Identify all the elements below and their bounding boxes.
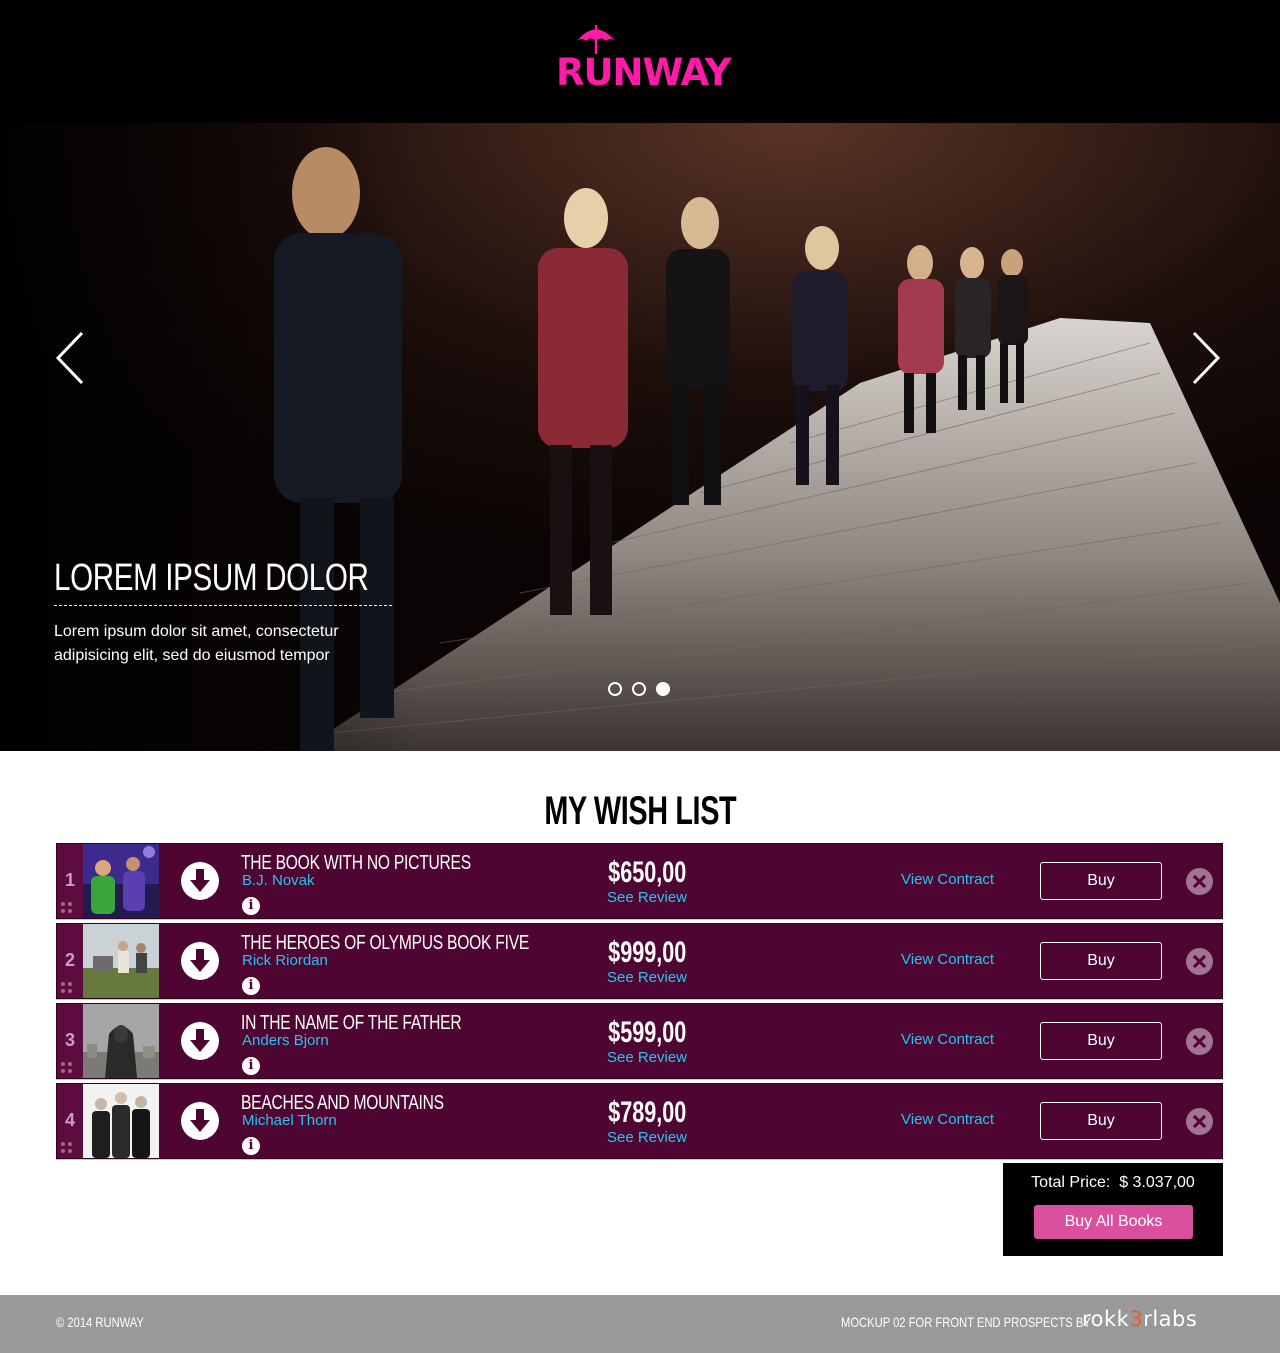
total-label: Total Price: xyxy=(1031,1174,1111,1191)
buy-all-button[interactable]: Buy All Books xyxy=(1034,1205,1193,1239)
book-thumbnail[interactable] xyxy=(83,1004,159,1078)
row-handle[interactable]: 2 xyxy=(57,924,83,998)
close-icon xyxy=(1193,1115,1206,1128)
runway-logo[interactable]: RUNWAY xyxy=(556,24,732,94)
prev-slide-button[interactable] xyxy=(52,330,92,386)
remove-button[interactable] xyxy=(1186,1108,1213,1135)
total-panel: Total Price: $ 3.037,00 Buy All Books xyxy=(1003,1163,1223,1256)
chevron-left-icon xyxy=(55,331,84,385)
see-review-link[interactable]: See Review xyxy=(569,889,725,906)
brand-part-1: rokk xyxy=(1082,1307,1130,1331)
hero-slider: LOREM IPSUM DOLOR Lorem ipsum dolor sit … xyxy=(0,123,1280,751)
copyright-text: © 2014 RUNWAY xyxy=(56,1314,144,1330)
view-contract-link[interactable]: View Contract xyxy=(901,951,994,968)
see-review-link[interactable]: See Review xyxy=(569,1049,725,1066)
row-number: 2 xyxy=(64,950,75,970)
wishlist-row: 1 THE BOOK WITH NO PICTURES B.J. Novak i… xyxy=(56,843,1223,919)
info-icon[interactable]: i xyxy=(242,977,260,995)
book-thumbnail[interactable] xyxy=(83,924,159,998)
book-title: BEACHES AND MOUNTAINS xyxy=(241,1092,444,1114)
download-arrow-icon xyxy=(190,949,210,972)
price-value: $789,00 xyxy=(607,1096,687,1129)
drag-grip-icon[interactable] xyxy=(61,1062,75,1074)
download-button[interactable] xyxy=(181,862,219,900)
download-button[interactable] xyxy=(181,1022,219,1060)
slider-dot-1[interactable] xyxy=(608,682,622,696)
row-handle[interactable]: 4 xyxy=(57,1084,83,1158)
close-icon xyxy=(1193,955,1206,968)
price: $789,00 xyxy=(569,1098,725,1128)
buy-button[interactable]: Buy xyxy=(1040,1022,1162,1060)
info-icon[interactable]: i xyxy=(242,897,260,915)
download-arrow-icon xyxy=(190,1109,210,1132)
row-number: 3 xyxy=(64,1030,75,1050)
buy-button[interactable]: Buy xyxy=(1040,1102,1162,1140)
download-button[interactable] xyxy=(181,1102,219,1140)
view-contract-link[interactable]: View Contract xyxy=(901,871,994,888)
price-value: $599,00 xyxy=(607,1016,687,1049)
author-link[interactable]: B.J. Novak xyxy=(242,872,315,889)
price-value: $650,00 xyxy=(607,856,687,889)
download-arrow-icon xyxy=(190,1029,210,1052)
row-number: 4 xyxy=(64,1110,75,1130)
site-footer: © 2014 RUNWAY MOCKUP 02 FOR FRONT END PR… xyxy=(0,1295,1280,1353)
book-thumbnail[interactable] xyxy=(83,844,159,918)
price: $650,00 xyxy=(569,858,725,888)
book-title: THE HEROES OF OLYMPUS BOOK FIVE xyxy=(241,932,530,954)
view-contract-link[interactable]: View Contract xyxy=(901,1111,994,1128)
info-icon[interactable]: i xyxy=(242,1137,260,1155)
remove-button[interactable] xyxy=(1186,868,1213,895)
close-icon xyxy=(1193,1035,1206,1048)
wishlist-row: 3 IN THE NAME OF THE FATHER Anders Bjorn… xyxy=(56,1003,1223,1079)
remove-button[interactable] xyxy=(1186,948,1213,975)
remove-button[interactable] xyxy=(1186,1028,1213,1055)
total-price: Total Price: $ 3.037,00 xyxy=(1003,1174,1223,1192)
author-link[interactable]: Rick Riordan xyxy=(242,952,328,969)
see-review-link[interactable]: See Review xyxy=(569,969,725,986)
buy-button[interactable]: Buy xyxy=(1040,862,1162,900)
price: $999,00 xyxy=(569,938,725,968)
wishlist-row: 2 THE HEROES OF OLYMPUS BOOK FIVE Rick R… xyxy=(56,923,1223,999)
close-icon xyxy=(1193,875,1206,888)
site-header: RUNWAY xyxy=(0,0,1280,123)
logo-text: RUNWAY xyxy=(556,51,732,94)
wishlist-title: MY WISH LIST xyxy=(544,789,736,833)
wishlist-table: 1 THE BOOK WITH NO PICTURES B.J. Novak i… xyxy=(56,843,1223,1163)
buy-button[interactable]: Buy xyxy=(1040,942,1162,980)
slider-dot-2[interactable] xyxy=(632,682,646,696)
drag-grip-icon[interactable] xyxy=(61,902,75,914)
slider-dots xyxy=(608,682,670,696)
credit-text: MOCKUP 02 FOR FRONT END PROSPECTS BY xyxy=(841,1314,1091,1330)
rokkerlabs-logo[interactable]: rokk3rlabs xyxy=(1082,1307,1197,1331)
book-title: THE BOOK WITH NO PICTURES xyxy=(241,852,471,874)
author-link[interactable]: Michael Thorn xyxy=(242,1112,337,1129)
brand-part-3: rlabs xyxy=(1143,1307,1198,1331)
price: $599,00 xyxy=(569,1018,725,1048)
download-arrow-icon xyxy=(190,869,210,892)
hero-caption: LOREM IPSUM DOLOR Lorem ipsum dolor sit … xyxy=(54,555,394,668)
brand-part-2: 3 xyxy=(1129,1307,1144,1331)
view-contract-link[interactable]: View Contract xyxy=(901,1031,994,1048)
chevron-right-icon xyxy=(1192,331,1221,385)
hero-text: Lorem ipsum dolor sit amet, consectetur … xyxy=(54,623,339,664)
total-value: $ 3.037,00 xyxy=(1119,1174,1195,1191)
wishlist-heading: MY WISH LIST xyxy=(0,786,1280,836)
drag-grip-icon[interactable] xyxy=(61,982,75,994)
price-value: $999,00 xyxy=(607,936,687,969)
info-icon[interactable]: i xyxy=(242,1057,260,1075)
download-button[interactable] xyxy=(181,942,219,980)
see-review-link[interactable]: See Review xyxy=(569,1129,725,1146)
hero-divider xyxy=(54,605,392,606)
slider-dot-3[interactable] xyxy=(656,682,670,696)
row-number: 1 xyxy=(64,870,75,890)
next-slide-button[interactable] xyxy=(1186,330,1226,386)
book-thumbnail[interactable] xyxy=(83,1084,159,1158)
row-handle[interactable]: 3 xyxy=(57,1004,83,1078)
wishlist-row: 4 BEACHES AND MOUNTAINS Michael Thorn i … xyxy=(56,1083,1223,1159)
hero-title: LOREM IPSUM DOLOR xyxy=(54,557,369,599)
author-link[interactable]: Anders Bjorn xyxy=(242,1032,329,1049)
row-handle[interactable]: 1 xyxy=(57,844,83,918)
drag-grip-icon[interactable] xyxy=(61,1142,75,1154)
book-title: IN THE NAME OF THE FATHER xyxy=(241,1012,462,1034)
